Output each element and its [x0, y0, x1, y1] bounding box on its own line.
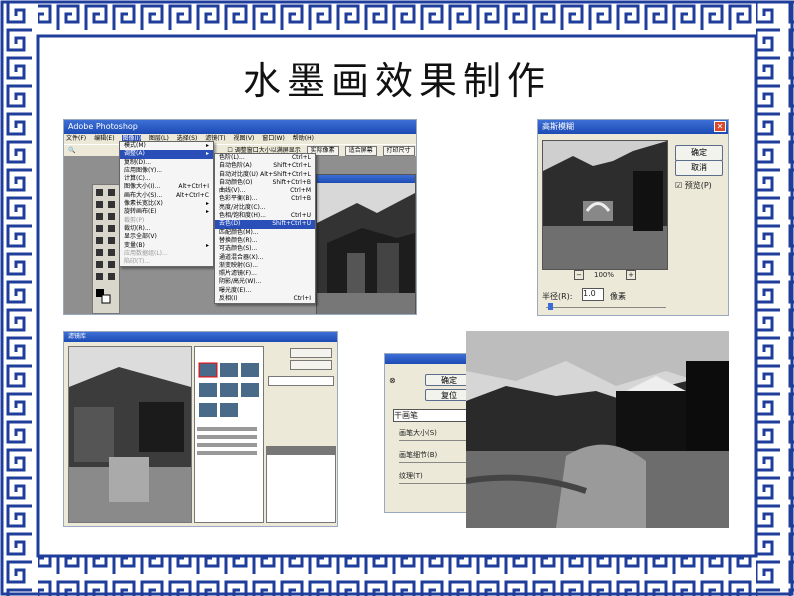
adjust-menu-item[interactable]: 匹配颜色(M)...: [215, 229, 315, 237]
image-menu-item[interactable]: 画布大小(S)... Alt+Ctrl+C: [120, 192, 213, 200]
image-menu-item[interactable]: 旋转画布(E) ▸: [120, 208, 213, 216]
filter-gallery-window: 滤镜库: [63, 331, 338, 527]
zoom-out-icon[interactable]: −: [574, 270, 584, 280]
adjust-menu-item[interactable]: 曝光度(E)...: [215, 287, 315, 295]
village-photo-desaturated: [317, 183, 415, 314]
filter-settings: [266, 346, 334, 446]
image-menu-item[interactable]: 裁剪(P): [120, 217, 213, 225]
ink-painting-result: [466, 331, 729, 528]
blur-preview: [542, 140, 668, 270]
adjust-menu-item[interactable]: 通道混合器(X)...: [215, 254, 315, 262]
photoshop-window: Adobe Photoshop 文件(F) 编辑(E) 图像(I) 图层(L) …: [63, 119, 417, 315]
image-menu-item-adjust[interactable]: 调整(A) ▸: [120, 150, 213, 159]
village-photo-blurred: [543, 141, 667, 269]
filter-gallery-preview: [68, 346, 192, 523]
gaussian-blur-title: 高斯模糊: [542, 122, 574, 131]
filter-list: [194, 346, 264, 523]
filter-ok-button[interactable]: [290, 348, 332, 358]
adjust-menu-item[interactable]: 渐变映射(G)...: [215, 262, 315, 270]
document-titlebar: [317, 175, 415, 183]
image-menu-item[interactable]: 应用数据组(L)...: [120, 250, 213, 258]
menu-edit[interactable]: 编辑(E): [94, 135, 114, 142]
preview-label: 预览(P): [684, 181, 712, 190]
adjust-menu-item[interactable]: 色彩平衡(B)... Ctrl+B: [215, 195, 315, 203]
toolbox: [92, 184, 120, 314]
cancel-button[interactable]: 取消: [675, 160, 723, 176]
menu-file[interactable]: 文件(F): [66, 135, 86, 142]
result-image: [466, 331, 729, 528]
filter-name: 干画笔: [394, 411, 418, 420]
photoshop-menubar: 文件(F) 编辑(E) 图像(I) 图层(L) 选择(S) 滤镜(T) 视图(V…: [64, 134, 416, 144]
texture-label: 纹理(T): [399, 472, 423, 480]
radius-label: 半径(R):: [542, 292, 573, 301]
tool-icons[interactable]: [93, 185, 119, 313]
image-menu-item[interactable]: 陷印(T)...: [120, 258, 213, 266]
zoom-tool-icon[interactable]: 🔍: [68, 147, 75, 154]
effect-layers-panel: [266, 446, 336, 523]
image-menu-item[interactable]: 图像大小(I)... Alt+Ctrl+I: [120, 183, 213, 191]
radius-unit: 像素: [610, 292, 626, 301]
adjust-menu-item[interactable]: 阴影/高光(W)...: [215, 278, 315, 286]
print-size-button[interactable]: 打印尺寸: [382, 146, 415, 156]
adjust-menu-item[interactable]: 可选颜色(S)...: [215, 245, 315, 253]
menu-help[interactable]: 帮助(H): [293, 135, 314, 142]
filter-select[interactable]: [268, 376, 334, 386]
filter-thumbnails[interactable]: [195, 347, 263, 522]
adjust-submenu: 色阶(L)... Ctrl+L 自动色阶(A) Shift+Ctrl+L 自动对比度…: [214, 153, 316, 305]
adjust-menu-item[interactable]: 亮度/对比度(C)...: [215, 204, 315, 212]
radius-slider-thumb[interactable]: [548, 303, 553, 310]
collapse-icon[interactable]: ⊗: [389, 376, 396, 385]
document-window: [316, 174, 416, 314]
zoom-in-icon[interactable]: +: [626, 270, 636, 280]
image-menu: 模式(M) ▸ 调整(A) ▸ 复制(D)... 应用图像(Y)... 计算(C).…: [119, 141, 214, 268]
fit-screen-button[interactable]: 适合屏幕: [344, 146, 377, 156]
image-menu-item[interactable]: 变量(B) ▸: [120, 242, 213, 250]
adjust-menu-item[interactable]: 反相(I) Ctrl+I: [215, 295, 315, 303]
radius-slider[interactable]: [546, 307, 666, 308]
photoshop-title: Adobe Photoshop: [68, 122, 138, 131]
brush-size-label: 画笔大小(S): [399, 429, 437, 437]
filter-gallery-title: 滤镜库: [68, 333, 87, 340]
image-menu-item[interactable]: 显示全部(V): [120, 233, 213, 241]
zoom-level: 100%: [594, 271, 615, 279]
gaussian-blur-titlebar: 高斯模糊 ✕: [538, 120, 728, 134]
village-photo-preview: [69, 347, 191, 522]
filter-gallery-titlebar: 滤镜库: [64, 332, 337, 342]
adjust-menu-item[interactable]: 自动对比度(U) Alt+Shift+Ctrl+L: [215, 171, 315, 179]
close-icon[interactable]: ✕: [714, 121, 726, 132]
adjust-menu-item[interactable]: 自动颜色(O) Shift+Ctrl+B: [215, 179, 315, 187]
preview-checkbox[interactable]: ☑ 预览(P): [675, 180, 712, 191]
menu-view[interactable]: 视图(V): [234, 135, 255, 142]
gaussian-blur-dialog: 高斯模糊 ✕ 确定 取消 ☑ 预览(P) − 100% + 半径(R): 1.0…: [537, 119, 729, 316]
ok-button[interactable]: 确定: [675, 145, 723, 161]
adjust-menu-item[interactable]: 自动色阶(A) Shift+Ctrl+L: [215, 162, 315, 170]
photoshop-titlebar: Adobe Photoshop: [64, 120, 416, 134]
image-menu-item[interactable]: 复制(D)...: [120, 159, 213, 167]
radius-input[interactable]: 1.0: [582, 288, 604, 301]
slide-title: 水墨画效果制作: [242, 59, 551, 103]
brush-detail-label: 画笔细节(B): [399, 451, 438, 459]
adjust-menu-item-desaturate[interactable]: 去色(D) Shift+Ctrl+U: [215, 220, 315, 229]
image-menu-item[interactable]: 应用图像(Y)...: [120, 167, 213, 175]
filter-reset-button[interactable]: [290, 360, 332, 370]
effect-layer-row[interactable]: [267, 447, 335, 455]
menu-window[interactable]: 窗口(W): [262, 135, 285, 142]
